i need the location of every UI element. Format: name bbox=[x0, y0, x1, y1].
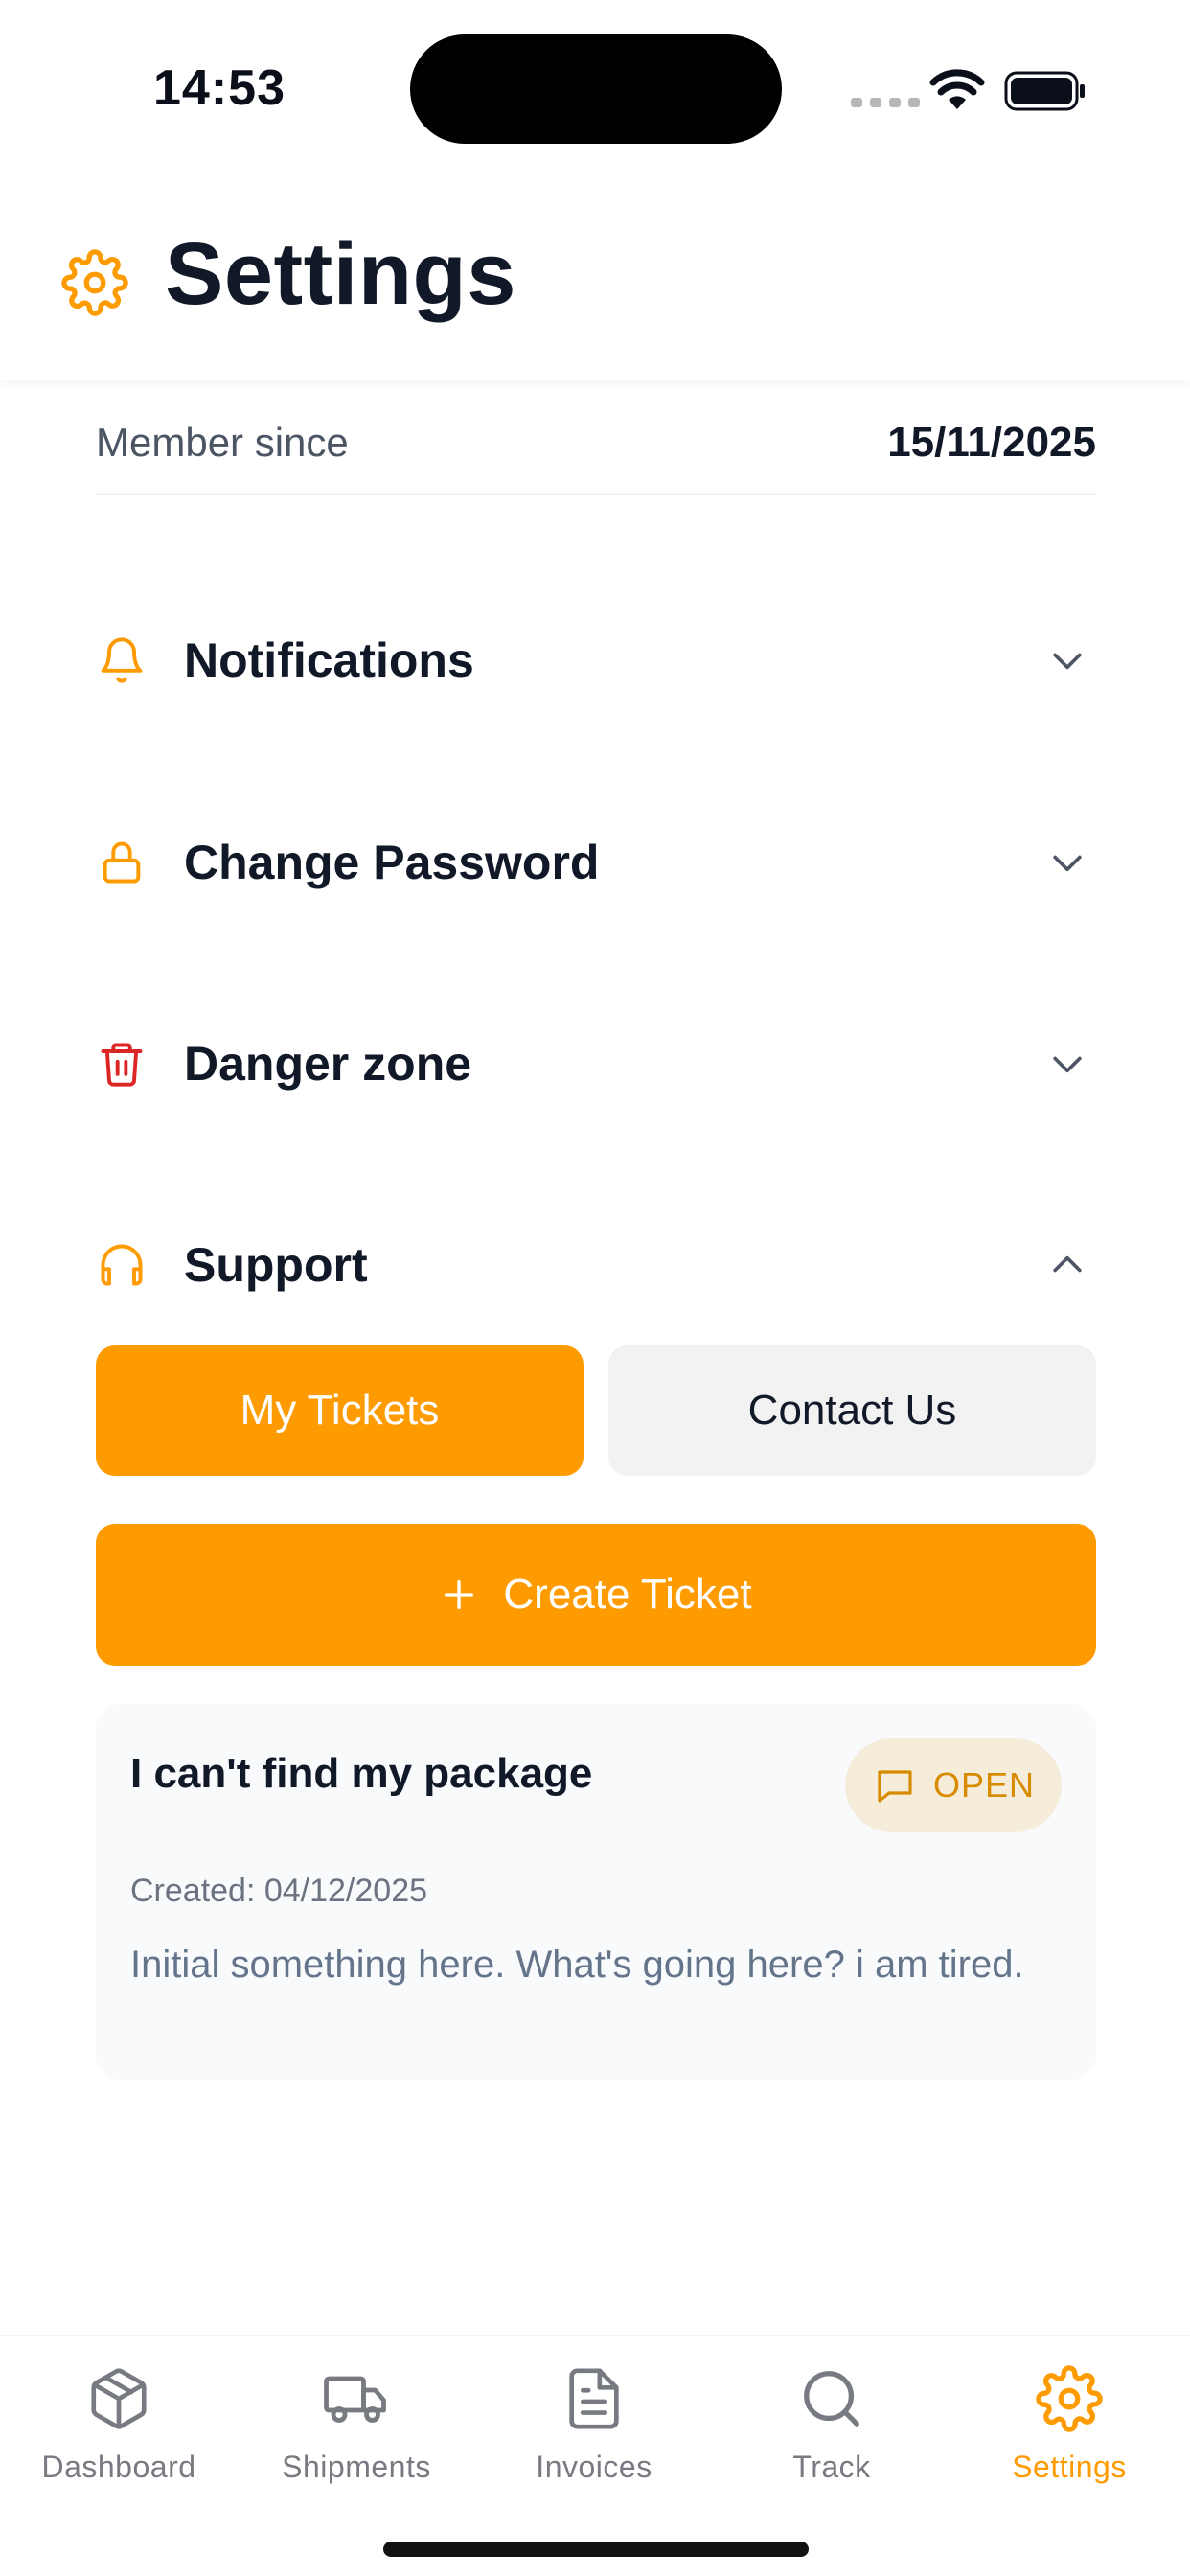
section-label: Support bbox=[184, 1238, 368, 1292]
package-icon bbox=[85, 2361, 152, 2436]
create-ticket-label: Create Ticket bbox=[503, 1571, 752, 1618]
headphones-icon bbox=[96, 1239, 148, 1291]
nav-item-shipments[interactable]: Shipments bbox=[238, 2361, 475, 2485]
status-badge: OPEN bbox=[844, 1738, 1062, 1832]
plus-icon bbox=[440, 1576, 478, 1614]
nav-item-track[interactable]: Track bbox=[713, 2361, 950, 2485]
gear-icon bbox=[61, 249, 128, 316]
trash-icon bbox=[96, 1038, 148, 1090]
status-badge-label: OPEN bbox=[932, 1765, 1035, 1805]
create-ticket-button[interactable]: Create Ticket bbox=[96, 1524, 1096, 1666]
chevron-down-icon[interactable] bbox=[1044, 1041, 1090, 1087]
tab-contact-us[interactable]: Contact Us bbox=[608, 1346, 1096, 1476]
ticket-title: I can't find my package bbox=[130, 1750, 593, 1797]
battery-icon bbox=[1004, 71, 1085, 111]
dynamic-island bbox=[410, 34, 782, 144]
search-icon bbox=[798, 2361, 865, 2436]
ticket-card[interactable]: I can't find my package OPEN Created: 04… bbox=[96, 1704, 1096, 2080]
section-change-password[interactable]: Change Password bbox=[96, 810, 1096, 915]
section-danger-zone[interactable]: Danger zone bbox=[96, 1011, 1096, 1116]
ticket-created-date: Created: 04/12/2025 bbox=[130, 1873, 428, 1909]
chevron-up-icon[interactable] bbox=[1044, 1242, 1090, 1288]
document-icon bbox=[561, 2361, 628, 2436]
nav-item-invoices[interactable]: Invoices bbox=[475, 2361, 713, 2485]
section-support[interactable]: Support bbox=[96, 1212, 1096, 1318]
section-label: Danger zone bbox=[184, 1037, 472, 1091]
bell-icon bbox=[96, 634, 148, 686]
section-label: Change Password bbox=[184, 836, 600, 889]
gear-icon bbox=[1036, 2361, 1103, 2436]
support-tabs: My Tickets Contact Us bbox=[96, 1346, 1096, 1476]
member-since-row: Member since 15/11/2025 bbox=[96, 393, 1096, 494]
tab-my-tickets[interactable]: My Tickets bbox=[96, 1346, 584, 1476]
chevron-down-icon[interactable] bbox=[1044, 840, 1090, 886]
signal-icon bbox=[851, 98, 920, 107]
status-time: 14:53 bbox=[153, 60, 286, 116]
status-bar: 14:53 bbox=[0, 0, 1190, 172]
nav-label: Dashboard bbox=[41, 2450, 196, 2484]
chevron-down-icon[interactable] bbox=[1044, 637, 1090, 683]
page-header: Settings bbox=[0, 174, 1190, 380]
member-since-value: 15/11/2025 bbox=[887, 419, 1096, 466]
nav-item-dashboard[interactable]: Dashboard bbox=[0, 2361, 238, 2485]
truck-icon bbox=[322, 2361, 391, 2436]
lock-icon bbox=[96, 837, 148, 888]
member-since-label: Member since bbox=[96, 420, 349, 465]
home-indicator[interactable] bbox=[383, 2542, 809, 2557]
nav-item-settings[interactable]: Settings bbox=[950, 2361, 1188, 2485]
message-icon bbox=[878, 1770, 912, 1803]
bottom-nav: Dashboard Shipments Invoices Track Setti… bbox=[0, 2334, 1190, 2576]
nav-label: Shipments bbox=[282, 2450, 431, 2484]
nav-label: Settings bbox=[1012, 2450, 1127, 2484]
nav-label: Track bbox=[792, 2450, 871, 2484]
nav-label: Invoices bbox=[536, 2450, 652, 2484]
page-title: Settings bbox=[165, 225, 516, 323]
section-notifications[interactable]: Notifications bbox=[96, 608, 1096, 713]
wifi-icon bbox=[929, 69, 985, 109]
ticket-description: Initial something here. What's going her… bbox=[130, 1944, 1024, 1986]
section-label: Notifications bbox=[184, 633, 474, 687]
